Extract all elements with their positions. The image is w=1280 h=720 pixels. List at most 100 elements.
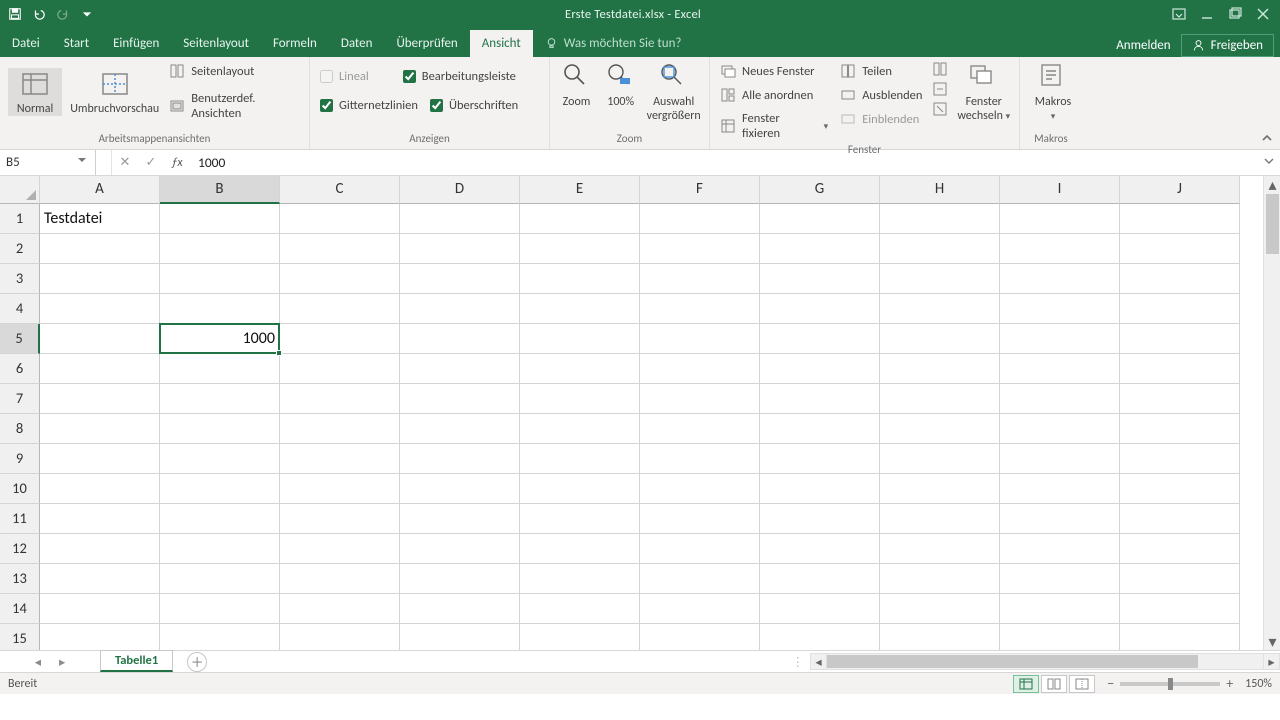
reset-window-icon[interactable] [932,101,948,117]
cell[interactable] [520,564,640,594]
cell[interactable] [1120,594,1240,624]
cell[interactable] [400,534,520,564]
row-header[interactable]: 14 [0,594,40,624]
cell[interactable] [880,324,1000,354]
cell[interactable] [1000,594,1120,624]
cell[interactable] [1000,444,1120,474]
cell[interactable] [760,354,880,384]
cell[interactable] [760,594,880,624]
cell[interactable] [1000,624,1120,650]
cell[interactable] [640,384,760,414]
cell[interactable] [40,624,160,650]
cell[interactable] [520,504,640,534]
arrange-all-button[interactable]: Alle anordnen [718,85,830,105]
scroll-thumb[interactable] [1266,194,1279,254]
sync-scroll-icon[interactable] [932,81,948,97]
cell[interactable] [400,354,520,384]
cell[interactable] [1000,354,1120,384]
zoom-in-icon[interactable]: + [1226,675,1233,692]
cell[interactable] [760,264,880,294]
cell[interactable] [160,294,280,324]
cell[interactable] [640,234,760,264]
col-header[interactable]: F [640,176,760,204]
cell[interactable] [40,594,160,624]
col-header[interactable]: J [1120,176,1240,204]
cell[interactable] [640,264,760,294]
cell[interactable] [280,594,400,624]
cell[interactable] [880,624,1000,650]
cell[interactable] [760,474,880,504]
col-header[interactable]: C [280,176,400,204]
cell[interactable] [640,564,760,594]
cell[interactable] [280,534,400,564]
cell[interactable] [880,504,1000,534]
cell[interactable] [520,534,640,564]
normal-view-shortcut[interactable] [1013,675,1039,693]
cell[interactable] [160,264,280,294]
formula-input[interactable] [198,154,1280,171]
row-header[interactable]: 8 [0,414,40,444]
cell[interactable] [280,294,400,324]
cell[interactable] [280,624,400,650]
tab-file[interactable]: Datei [0,30,52,57]
col-header[interactable]: G [760,176,880,204]
cell[interactable] [40,384,160,414]
cell[interactable] [760,534,880,564]
zoom-selection-button[interactable]: Auswahl vergrößern [646,61,701,123]
view-normal-button[interactable]: Normal [8,68,62,116]
cell[interactable] [1120,204,1240,234]
cell[interactable] [280,504,400,534]
col-header[interactable]: H [880,176,1000,204]
cell[interactable] [160,564,280,594]
cell[interactable] [520,414,640,444]
save-icon[interactable] [8,7,22,21]
cell[interactable] [40,534,160,564]
zoom-level[interactable]: 150% [1245,677,1272,691]
cell[interactable] [880,414,1000,444]
cell[interactable] [640,354,760,384]
cell[interactable] [760,624,880,650]
cell[interactable] [520,294,640,324]
cell[interactable] [880,474,1000,504]
cell[interactable] [760,324,880,354]
cell[interactable] [40,294,160,324]
cell[interactable] [400,564,520,594]
cell[interactable] [520,324,640,354]
tab-daten[interactable]: Daten [329,30,385,57]
sheet-prev-icon[interactable]: ◂ [35,654,41,670]
formulabar-checkbox[interactable]: Bearbeitungsleiste [401,67,518,86]
share-button[interactable]: Freigeben [1181,34,1274,57]
cell[interactable] [1000,294,1120,324]
cell[interactable] [1120,264,1240,294]
zoom-thumb[interactable] [1168,678,1173,690]
cell[interactable] [280,204,400,234]
qat-customize-icon[interactable] [80,7,94,21]
cell[interactable] [640,444,760,474]
col-header[interactable]: D [400,176,520,204]
row-header[interactable]: 3 [0,264,40,294]
sheet-nav[interactable]: ◂▸ [0,654,100,670]
cell[interactable] [520,384,640,414]
cell[interactable] [40,414,160,444]
cell[interactable] [400,474,520,504]
cell[interactable] [1120,384,1240,414]
cell[interactable] [1000,324,1120,354]
cell[interactable] [400,504,520,534]
cell[interactable] [160,594,280,624]
cell[interactable] [280,264,400,294]
cell[interactable] [640,414,760,444]
cell[interactable] [160,354,280,384]
cell[interactable] [520,444,640,474]
cell[interactable] [280,384,400,414]
row-header[interactable]: 10 [0,474,40,504]
cell[interactable] [280,234,400,264]
column-headers[interactable]: ABCDEFGHIJ [40,176,1240,204]
switch-windows-button[interactable]: Fenster wechseln ▾ [956,61,1011,123]
tab-überprüfen[interactable]: Überprüfen [384,30,469,57]
cell[interactable] [1000,504,1120,534]
cell[interactable] [760,414,880,444]
cell[interactable] [160,504,280,534]
fx-icon[interactable]: ƒx [164,156,190,170]
cell[interactable] [760,444,880,474]
cell[interactable] [760,384,880,414]
